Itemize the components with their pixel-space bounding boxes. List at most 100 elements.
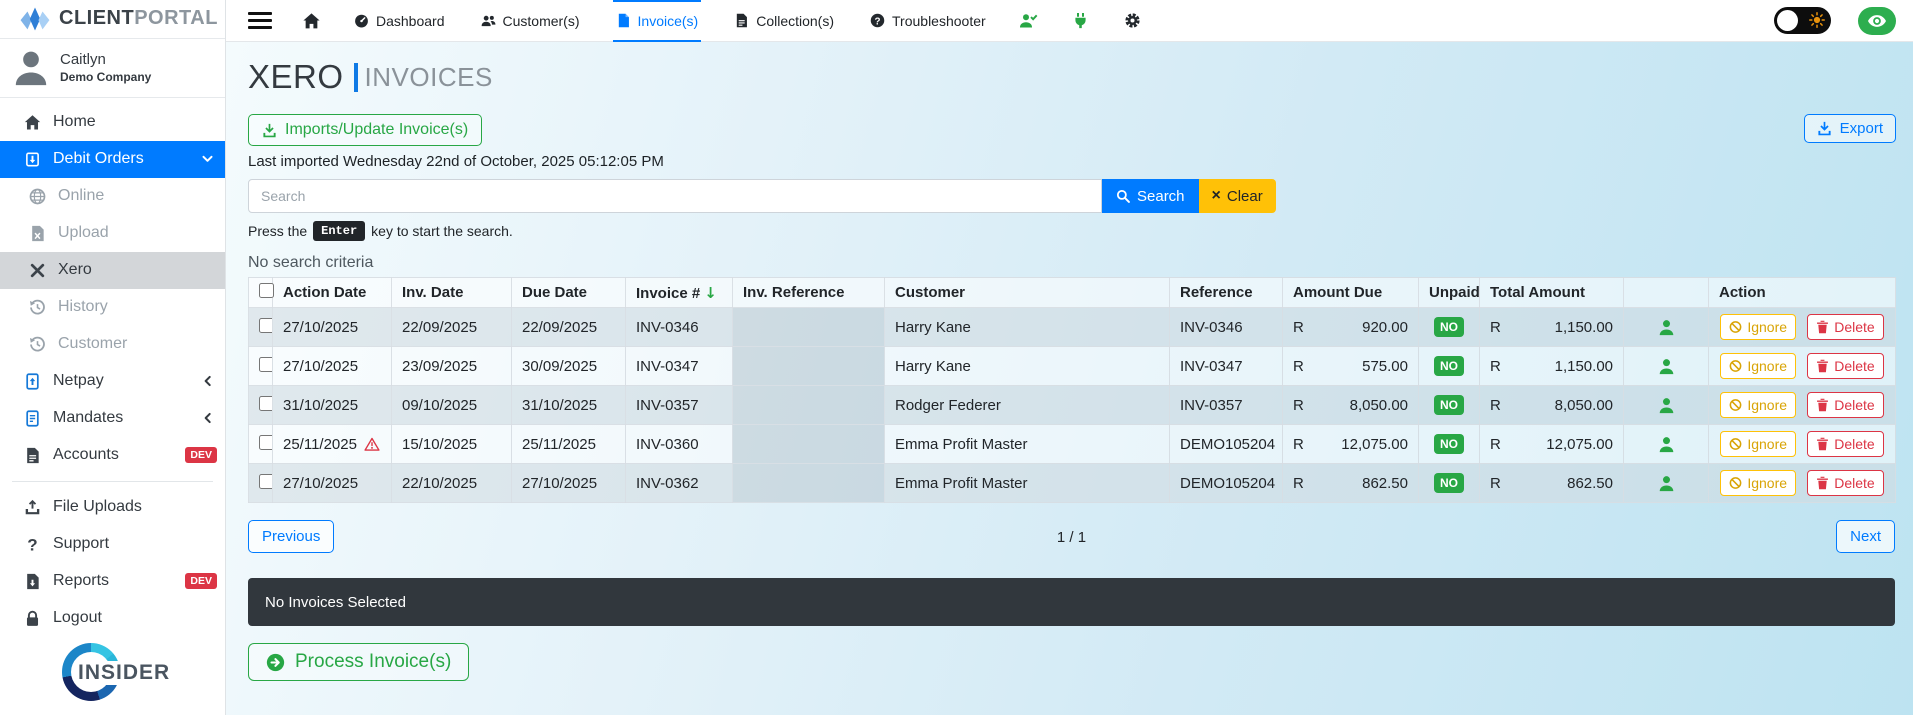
sidebar-item-label: Reports	[53, 572, 110, 590]
header-action: Action	[1708, 277, 1896, 308]
currency-symbol: R	[1293, 435, 1304, 453]
sidebar-item-xero[interactable]: Xero	[0, 251, 225, 289]
user-panel[interactable]: Caitlyn Demo Company	[0, 39, 225, 98]
delete-button[interactable]: Delete	[1807, 431, 1884, 457]
sidebar-item-netpay[interactable]: Netpay	[0, 363, 225, 400]
cell-action-date: 27/10/2025	[272, 307, 392, 347]
delete-button[interactable]: Delete	[1807, 353, 1884, 379]
header-total-amount[interactable]: Total Amount	[1479, 277, 1624, 308]
preview-button[interactable]	[1858, 6, 1896, 35]
search-hint: Press the Enter key to start the search.	[248, 221, 513, 241]
cell-checkbox	[248, 346, 273, 386]
currency-symbol: R	[1490, 357, 1501, 375]
header-reference[interactable]: Reference	[1169, 277, 1283, 308]
person-icon[interactable]	[1659, 475, 1674, 492]
import-update-invoices-button[interactable]: Imports/Update Invoice(s)	[248, 114, 483, 146]
person-icon[interactable]	[1659, 397, 1674, 414]
sidebar-item-accounts[interactable]: Accounts DEV	[0, 437, 225, 474]
sidebar-item-debit-orders[interactable]: Debit Orders	[0, 140, 225, 178]
person-icon[interactable]	[1659, 358, 1674, 375]
unpaid-badge: NO	[1434, 395, 1464, 415]
sidebar-item-label: Netpay	[53, 372, 104, 390]
tab-collection-s[interactable]: Collection(s)	[731, 0, 837, 42]
download-icon	[1817, 121, 1832, 136]
header-inv-reference[interactable]: Inv. Reference	[732, 277, 885, 308]
user-company: Demo Company	[60, 70, 152, 85]
ignore-button[interactable]: Ignore	[1720, 353, 1797, 379]
cell-inv-date: 09/10/2025	[391, 385, 512, 425]
sidebar-item-logout[interactable]: Logout	[0, 600, 225, 637]
sidebar-item-label: File Uploads	[53, 498, 142, 516]
select-all-checkbox[interactable]	[259, 283, 274, 298]
plug-icon[interactable]	[1071, 12, 1090, 29]
delete-button[interactable]: Delete	[1807, 470, 1884, 496]
trash-icon	[1816, 437, 1829, 451]
search-button[interactable]: Search	[1102, 179, 1199, 213]
header-invoice-no[interactable]: Invoice # ↓	[625, 277, 733, 308]
tab-customer-s[interactable]: Customer(s)	[478, 0, 583, 42]
sidebar-item-file-uploads[interactable]: File Uploads	[0, 489, 225, 526]
ignore-button[interactable]: Ignore	[1720, 431, 1797, 457]
currency-symbol: R	[1293, 474, 1304, 492]
row-checkbox[interactable]	[259, 317, 272, 333]
export-button[interactable]: Export	[1803, 114, 1896, 143]
tab-label: Customer(s)	[502, 12, 580, 29]
header-customer[interactable]: Customer	[884, 277, 1170, 308]
header-unpaid[interactable]: Unpaid	[1418, 277, 1480, 308]
cell-amount-due: R 862.50	[1282, 463, 1419, 503]
sidebar-item-online[interactable]: Online	[0, 178, 225, 215]
cell-customer-link	[1623, 346, 1709, 386]
sidebar: CLIENTPORTAL Caitlyn Demo Company Home D…	[0, 0, 226, 715]
sidebar-item-reports[interactable]: Reports DEV	[0, 563, 225, 600]
ignore-button[interactable]: Ignore	[1720, 470, 1797, 496]
header-due-date[interactable]: Due Date	[511, 277, 626, 308]
theme-toggle[interactable]	[1774, 7, 1831, 34]
trash-icon	[1816, 476, 1829, 490]
ignore-button[interactable]: Ignore	[1720, 314, 1797, 340]
sidebar-item-label: Home	[53, 113, 96, 131]
cell-action-date: 25/11/2025	[272, 424, 392, 464]
sidebar-item-home[interactable]: Home	[0, 104, 225, 141]
process-invoices-button[interactable]: Process Invoice(s)	[248, 643, 470, 681]
row-checkbox[interactable]	[259, 473, 272, 489]
cell-inv-date: 15/10/2025	[391, 424, 512, 464]
sidebar-item-label: Accounts	[53, 446, 119, 464]
clear-button[interactable]: × Clear	[1198, 179, 1276, 213]
cell-checkbox	[248, 463, 273, 503]
search-input[interactable]	[248, 179, 1102, 213]
header-inv-date[interactable]: Inv. Date	[391, 277, 512, 308]
tab-troubleshooter[interactable]: ? Troubleshooter	[867, 0, 989, 42]
sidebar-item-history[interactable]: History	[0, 289, 225, 326]
previous-button[interactable]: Previous	[248, 520, 335, 553]
row-checkbox[interactable]	[259, 395, 272, 411]
sidebar-item-customer[interactable]: Customer	[0, 326, 225, 363]
cell-actions: Ignore Delete	[1708, 385, 1896, 425]
sidebar-item-mandates[interactable]: Mandates	[0, 400, 225, 437]
user-check-icon[interactable]	[1019, 12, 1038, 29]
sidebar-item-upload[interactable]: Upload	[0, 215, 225, 252]
cell-inv-date: 22/10/2025	[391, 463, 512, 503]
delete-button[interactable]: Delete	[1807, 314, 1884, 340]
next-button[interactable]: Next	[1836, 520, 1895, 553]
menu-icon[interactable]	[248, 12, 272, 29]
row-checkbox[interactable]	[259, 434, 272, 450]
cell-unpaid: NO	[1418, 346, 1480, 386]
nav-right	[1774, 6, 1896, 35]
row-checkbox[interactable]	[259, 356, 272, 372]
tab-invoice-s[interactable]: Invoice(s)	[612, 0, 702, 42]
gear-icon[interactable]	[1123, 12, 1142, 29]
ignore-button[interactable]: Ignore	[1720, 392, 1797, 418]
title-separator	[353, 62, 358, 92]
person-icon[interactable]	[1659, 436, 1674, 453]
delete-button[interactable]: Delete	[1807, 392, 1884, 418]
table-row: 25/11/2025 15/10/2025 25/11/2025 INV-036…	[248, 424, 1896, 464]
cell-actions: Ignore Delete	[1708, 463, 1896, 503]
sidebar-item-label: Debit Orders	[53, 150, 144, 168]
sidebar-item-support[interactable]: ? Support	[0, 526, 225, 563]
header-amount-due[interactable]: Amount Due	[1282, 277, 1419, 308]
tab-dashboard[interactable]: Dashboard	[351, 0, 448, 42]
header-action-date[interactable]: Action Date	[272, 277, 392, 308]
currency-symbol: R	[1490, 435, 1501, 453]
person-icon[interactable]	[1659, 319, 1674, 336]
home-icon[interactable]	[302, 12, 321, 30]
